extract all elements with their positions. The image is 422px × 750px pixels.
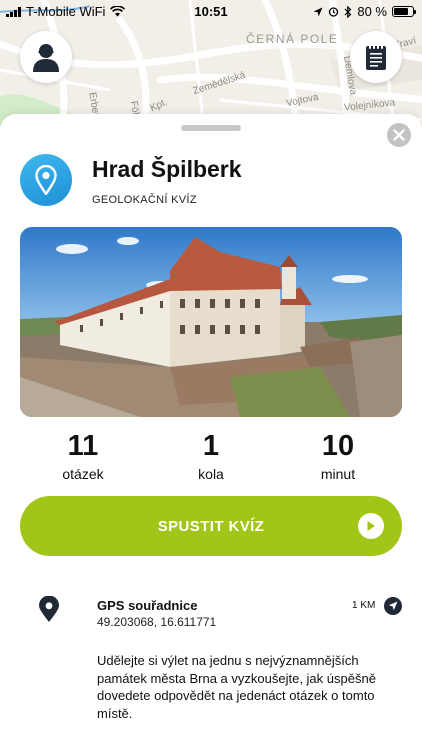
start-quiz-button[interactable]: SPUSTIT KVÍZ [20, 496, 402, 556]
quiz-title: Hrad Špilberk [92, 156, 242, 182]
quiz-description: Udělejte si výlet na jednu s nejvýznamně… [97, 653, 376, 721]
stat-value: 10 [321, 430, 355, 462]
stat-label: kola [198, 466, 224, 482]
gps-coordinates: 49.203068, 16.611771 [97, 615, 217, 629]
stat-value: 11 [67, 430, 99, 462]
map-pin-icon [35, 165, 57, 195]
location-arrow-icon [313, 7, 323, 16]
location-badge [20, 154, 72, 206]
stat-value: 1 [202, 430, 220, 462]
user-avatar-icon [33, 44, 59, 72]
stat-questions: 11 otázek [23, 430, 143, 482]
start-quiz-label: SPUSTIT KVÍZ [157, 517, 265, 535]
map-district-label: ČERNÁ POLE [246, 32, 339, 46]
battery-icon [392, 6, 416, 17]
quiz-type-label: GEOLOKAČNÍ KVÍZ [92, 194, 197, 206]
bluetooth-icon [344, 5, 352, 18]
gps-title: GPS souřadnice [97, 598, 198, 613]
stat-minutes: 10 minut [278, 430, 398, 482]
battery-percent: 80 % [357, 4, 387, 19]
gps-pin-icon [39, 596, 59, 622]
distance-label: 1 KM [352, 600, 376, 611]
stat-label: otázek [62, 466, 104, 482]
navigate-icon[interactable] [384, 597, 402, 615]
quiz-detail-sheet: Hrad Špilberk GEOLOKAČNÍ KVÍZ 11 otázek … [0, 114, 422, 750]
stat-rounds: 1 kola [151, 430, 271, 482]
quiz-stats: 11 otázek 1 kola 10 minut [20, 430, 402, 490]
profile-button[interactable] [20, 31, 72, 83]
status-bar: T-Mobile WiFi 10:51 80 % [0, 0, 422, 22]
sheet-grabber[interactable] [181, 125, 241, 131]
close-button[interactable] [387, 123, 411, 147]
notebook-icon [366, 44, 386, 70]
alarm-icon [329, 7, 339, 17]
play-icon [358, 513, 384, 539]
close-icon [393, 129, 405, 141]
stat-label: minut [320, 466, 356, 482]
notebook-button[interactable] [350, 31, 402, 83]
castle-photo [20, 227, 402, 417]
